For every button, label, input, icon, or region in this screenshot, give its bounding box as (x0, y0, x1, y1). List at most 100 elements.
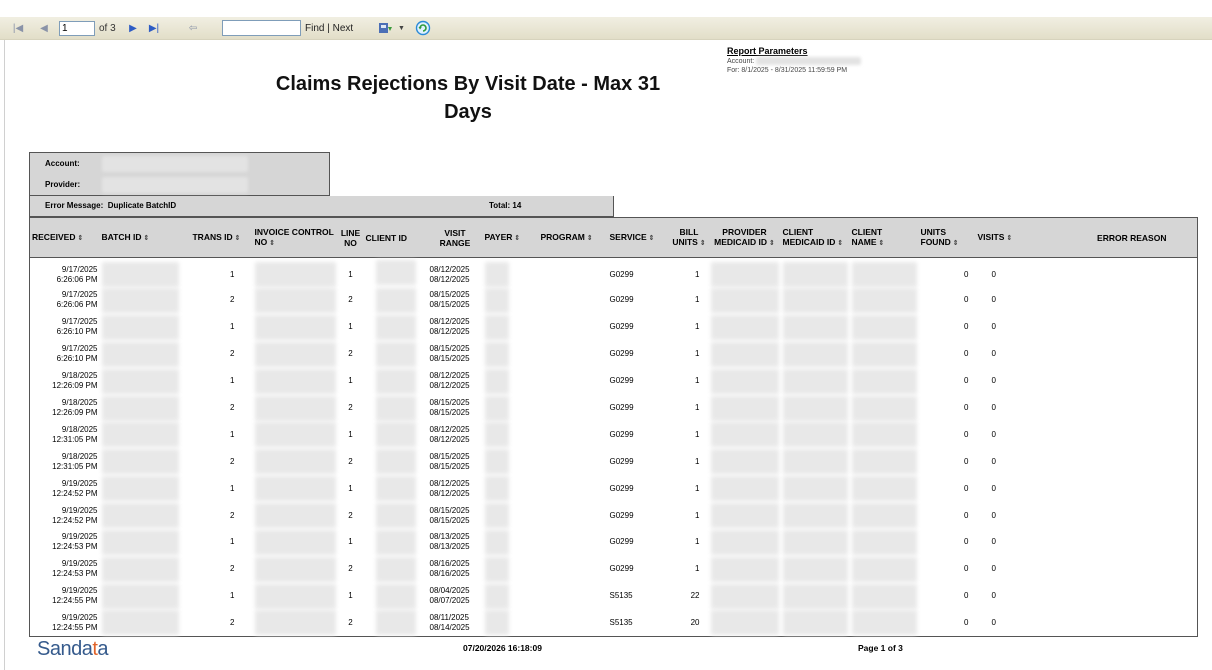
sort-icon[interactable]: ⇕ (879, 240, 885, 247)
report-parameters-heading[interactable]: Report Parameters (727, 46, 927, 56)
column-header-client-medicaid-id[interactable]: CLIENT MEDICAID ID ⇕ (780, 217, 850, 258)
logo-text-pre: Sanda (37, 638, 93, 660)
redacted-value (101, 314, 179, 340)
column-header-payer[interactable]: PAYER ⇕ (482, 217, 539, 258)
client-name-cell (850, 610, 919, 637)
redacted-value (254, 314, 336, 340)
redacted-value (484, 610, 509, 636)
client-medicaid-id-cell (781, 421, 850, 448)
table-row: 9/17/2025 6:26:06 PM 1 1 08/12/2025 08/12/202… (30, 258, 1198, 288)
invoice-control-no-cell (253, 314, 338, 341)
redacted-value (254, 287, 336, 313)
visit-start: 08/16/2025 (429, 559, 470, 569)
received-date: 9/18/2025 (61, 424, 98, 434)
sort-icon[interactable]: ⇕ (1006, 235, 1012, 242)
redacted-value (782, 287, 848, 313)
sort-icon[interactable]: ⇕ (769, 240, 775, 247)
redacted-value (254, 449, 336, 475)
column-header-client-name[interactable]: CLIENT NAME ⇕ (849, 217, 919, 258)
column-header-invoice-control-no[interactable]: INVOICE CONTROL NO ⇕ (252, 217, 338, 258)
service-code: G0299 (609, 564, 634, 574)
column-header-visits[interactable]: VISITS ⇕ (975, 217, 1067, 258)
client-id-cell (364, 368, 428, 395)
prev-page-icon[interactable]: ◀ (37, 20, 51, 37)
redacted-value (782, 262, 848, 287)
visit-range-cell: 08/12/2025 08/12/2025 (428, 258, 483, 288)
visits-cell: 0 (976, 583, 1067, 610)
bill-units-cell: 1 (670, 475, 709, 502)
received-date: 9/19/2025 (61, 505, 98, 515)
service-cell: G0299 (608, 258, 670, 288)
invoice-control-no-cell (253, 421, 338, 448)
bill-units: 1 (695, 349, 700, 359)
provider-medicaid-id-cell (709, 529, 781, 556)
next-page-icon[interactable]: ▶ (126, 20, 140, 37)
redacted-value (710, 422, 779, 448)
column-header-service[interactable]: SERVICE ⇕ (607, 217, 670, 258)
first-page-icon[interactable]: |◀ (11, 20, 25, 37)
sort-icon[interactable]: ⇕ (77, 235, 83, 242)
column-header-bill-units[interactable]: BILL UNITS ⇕ (669, 217, 709, 258)
visits-cell: 0 (976, 368, 1067, 395)
sort-icon[interactable]: ⇕ (235, 235, 241, 242)
redacted-value (375, 368, 416, 394)
sort-icon[interactable]: ⇕ (837, 240, 843, 247)
bill-units: 1 (695, 376, 700, 386)
sort-icon[interactable]: ⇕ (269, 240, 275, 247)
payer-cell (483, 421, 539, 448)
last-page-icon[interactable]: ▶| (147, 20, 161, 37)
column-label: CLIENT NAME (851, 226, 883, 247)
visit-end: 08/12/2025 (429, 274, 470, 284)
redacted-value (484, 449, 509, 475)
export-dropdown-icon[interactable]: ▼ (398, 20, 405, 37)
page-number-input[interactable] (59, 21, 95, 36)
sort-icon[interactable]: ⇕ (953, 240, 959, 247)
redacted-value (851, 583, 917, 609)
received-cell: 9/17/2025 6:26:06 PM (30, 287, 100, 314)
back-icon[interactable]: ⇦ (186, 20, 200, 37)
sort-icon[interactable]: ⇕ (700, 240, 706, 247)
line-no-cell: 1 (338, 314, 364, 341)
redacted-value (101, 449, 179, 475)
line-no-cell: 2 (338, 287, 364, 314)
sort-icon[interactable]: ⇕ (143, 235, 149, 242)
service-cell: G0299 (608, 448, 670, 475)
payer-cell (483, 287, 539, 314)
redacted-value (375, 610, 416, 636)
column-header-program[interactable]: PROGRAM ⇕ (538, 217, 608, 258)
column-header-provider-medicaid-id[interactable]: PROVIDER MEDICAID ID ⇕ (708, 217, 781, 258)
export-icon[interactable] (379, 22, 393, 34)
refresh-icon[interactable] (415, 20, 431, 36)
visit-end: 08/15/2025 (429, 408, 470, 417)
redacted-value (254, 262, 336, 287)
visit-end: 08/15/2025 (429, 354, 470, 364)
bill-units: 1 (695, 295, 700, 305)
bill-units: 1 (695, 269, 700, 279)
next-link[interactable]: Next (333, 23, 354, 34)
redacted-value (101, 422, 179, 448)
service-cell: G0299 (608, 341, 670, 368)
sort-icon[interactable]: ⇕ (514, 235, 520, 242)
bill-units-cell: 1 (670, 395, 709, 422)
redacted-value (254, 422, 336, 448)
redacted-value (484, 503, 509, 529)
visit-end: 08/15/2025 (429, 300, 470, 310)
column-header-trans-id[interactable]: TRANS ID ⇕ (180, 217, 253, 258)
visits: 0 (991, 349, 996, 359)
sort-icon[interactable]: ⇕ (587, 235, 593, 242)
column-header-units-found[interactable]: UNITS FOUND ⇕ (918, 217, 976, 258)
find-input[interactable] (222, 20, 301, 36)
column-header-batch-id[interactable]: BATCH ID ⇕ (99, 217, 181, 258)
program-cell (539, 421, 608, 448)
error-message-label: Error Message: (45, 201, 104, 210)
redacted-value (101, 287, 179, 313)
visit-range-cell: 08/12/2025 08/12/2025 (428, 314, 483, 341)
received-cell: 9/19/2025 12:24:55 PM (30, 583, 100, 610)
service-code: S5135 (609, 617, 633, 627)
find-link[interactable]: Find (305, 23, 324, 34)
sort-icon[interactable]: ⇕ (649, 235, 655, 242)
visit-end: 08/12/2025 (429, 434, 470, 444)
bill-units-cell: 1 (670, 556, 709, 583)
batch-id-cell (100, 395, 181, 422)
column-header-received[interactable]: RECEIVED ⇕ (29, 217, 100, 258)
